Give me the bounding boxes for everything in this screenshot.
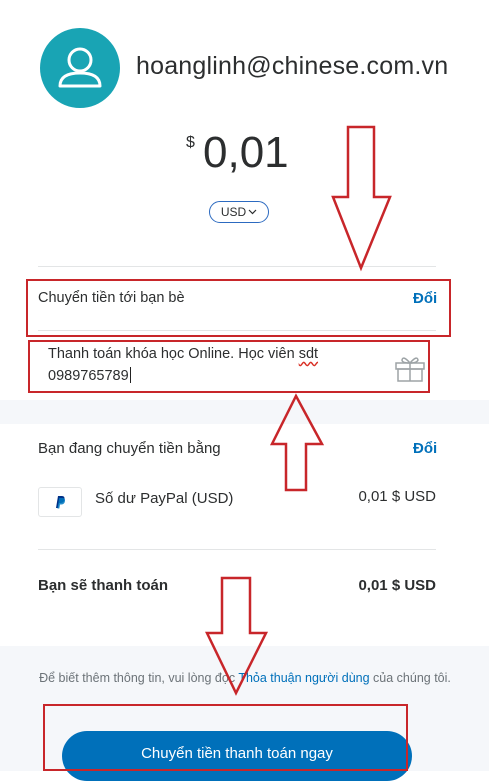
arrow-down-icon bbox=[331, 125, 392, 272]
section-separator bbox=[0, 400, 489, 424]
currency-symbol: $ bbox=[186, 134, 195, 151]
currency-selector[interactable]: USD bbox=[209, 201, 269, 223]
chevron-down-icon bbox=[248, 209, 257, 215]
divider bbox=[38, 549, 436, 550]
footer-text: Để biết thêm thông tin, vui lòng đọc Thỏ… bbox=[25, 670, 465, 686]
funding-label: Bạn đang chuyển tiền bằng bbox=[38, 440, 221, 457]
user-icon bbox=[58, 47, 102, 88]
funding-source-amount: 0,01 $ USD bbox=[358, 488, 436, 505]
currency-selector-label: USD bbox=[220, 205, 247, 219]
total-amount: 0,01 $ USD bbox=[358, 577, 436, 594]
divider bbox=[38, 266, 436, 267]
footer-text-after: của chúng tôi. bbox=[369, 671, 451, 685]
total-label: Bạn sẽ thanh toán bbox=[38, 577, 169, 594]
amount-value: 0,01 bbox=[203, 128, 289, 177]
footer-text-before: Để biết thêm thông tin, vui lòng đọc bbox=[39, 671, 239, 685]
annotation-box-button bbox=[43, 704, 408, 771]
annotation-box-recipient bbox=[26, 279, 451, 337]
recipient-email: hoanglinh@chinese.com.vn bbox=[136, 52, 449, 80]
annotation-box-note bbox=[28, 340, 430, 393]
user-agreement-link[interactable]: Thỏa thuận người dùng bbox=[238, 671, 369, 685]
avatar bbox=[40, 28, 120, 108]
change-funding-link[interactable]: Đổi bbox=[413, 440, 437, 457]
funding-source-name: Số dư PayPal (USD) bbox=[95, 490, 234, 507]
paypal-icon bbox=[38, 487, 82, 517]
